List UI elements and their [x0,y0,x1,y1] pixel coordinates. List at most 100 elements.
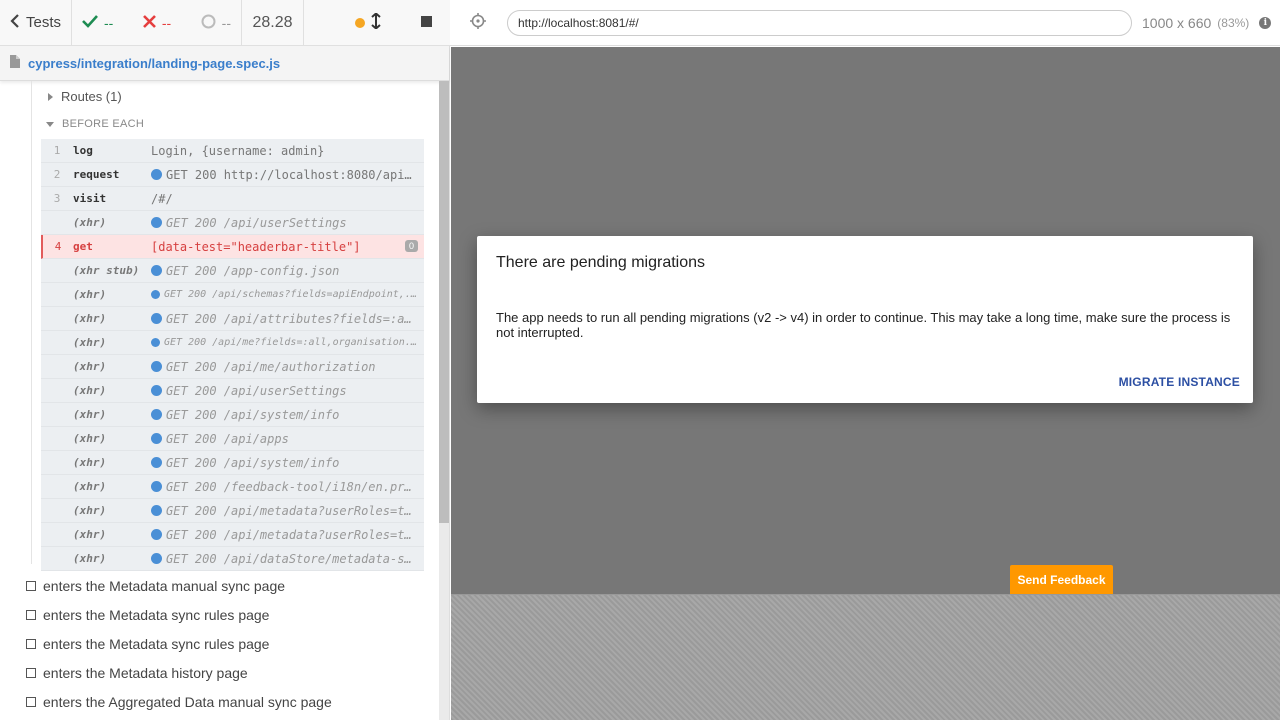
caret-right-icon [48,92,53,101]
command-row[interactable]: (xhr) GET 200 /api/schemas?fields=apiEnd… [41,283,424,307]
command-row[interactable]: (xhr) GET 200 /api/system/info [41,451,424,475]
status-dot-icon [151,529,162,540]
command-message: /#/ [151,191,173,206]
status-dot-icon [151,338,160,347]
check-icon [82,14,98,31]
stop-button[interactable] [421,14,432,31]
command-message: GET 200 /app-config.json [151,264,424,278]
command-name: (xhr) [73,408,107,421]
command-message: GET 200 /api/me?fields=:all,organisation… [151,337,424,348]
migrate-instance-button[interactable]: MIGRATE INSTANCE [1119,375,1240,389]
checkbox-icon [26,668,36,678]
command-name: (xhr) [73,288,107,301]
command-name: request [73,168,120,181]
reporter-header: Tests -- -- -- 28.28 [0,0,450,46]
command-name: (xhr) [73,336,107,349]
scrollbar-thumb[interactable] [439,81,449,523]
command-message: GET 200 /api/attributes?fields=:al... [151,312,424,326]
command-name: log [73,144,93,157]
command-message: GET 200 /api/metadata?userRoles=tr... [151,504,424,518]
checkbox-icon [26,697,36,707]
command-row[interactable]: (xhr) GET 200 /api/metadata?userRoles=tr… [41,499,424,523]
status-dot-icon [151,433,162,444]
pending-stat: -- [201,14,231,32]
status-dot-icon [151,553,162,564]
status-dot-icon [151,385,162,396]
test-item[interactable]: enters the Metadata sync rules page [26,607,269,623]
command-number: 4 [54,240,62,253]
hook-label: BEFORE EACH [62,118,145,130]
pending-migrations-dialog: There are pending migrations The app nee… [477,236,1253,403]
test-title: enters the Aggregated Data manual sync p… [43,694,332,710]
tree-line [31,81,32,564]
command-row[interactable]: (xhr) GET 200 /api/apps [41,427,424,451]
url-bar[interactable]: http://localhost:8081/#/ [507,9,1132,36]
command-name: (xhr) [73,456,107,469]
test-item[interactable]: enters the Metadata sync rules page [26,636,269,652]
command-row[interactable]: (xhr) GET 200 /api/userSettings [41,379,424,403]
status-dot-icon [151,265,162,276]
passed-count: -- [104,14,114,31]
before-each-hook[interactable]: BEFORE EACH [46,118,144,130]
checkbox-icon [26,581,36,591]
command-name: (xhr) [73,216,107,229]
status-dot-icon [151,313,162,324]
command-message: GET 200 /api/schemas?fields=apiEndpoint,… [151,289,424,300]
command-name: (xhr) [73,312,107,325]
command-row[interactable]: (xhr stub) GET 200 /app-config.json [41,259,424,283]
routes-toggle[interactable]: Routes (1) [48,89,122,104]
command-row[interactable]: (xhr) GET 200 /api/me/authorization [41,355,424,379]
command-row[interactable]: (xhr) GET 200 /api/metadata?userRoles=tr… [41,523,424,547]
file-icon [10,55,20,71]
command-row[interactable]: (xhr) GET 200 /api/dataStore/metadata-sy… [41,547,424,571]
test-title: enters the Metadata sync rules page [43,607,270,623]
status-dot-icon [151,481,162,492]
reporter-panel: Tests -- -- -- 28.28 cypress/integration… [0,0,450,720]
send-feedback-button[interactable]: Send Feedback [1010,565,1113,594]
command-row[interactable]: 1 log Login, {username: admin} [41,139,424,163]
command-message: GET 200 /api/dataStore/metadata-sy... [151,552,424,566]
command-row-failed[interactable]: 4 get [data-test="headerbar-title"] 0 [41,235,424,259]
status-dot-icon [151,361,162,372]
run-controls [304,0,450,45]
status-dot-icon [151,217,162,228]
test-title: enters the Metadata manual sync page [43,578,286,594]
spec-file-link[interactable]: cypress/integration/landing-page.spec.js [28,56,280,71]
command-name: (xhr) [73,528,107,541]
command-message: [data-test="headerbar-title"] [151,239,361,254]
running-indicator-icon [355,17,365,28]
test-item[interactable]: enters the Metadata manual sync page [26,578,285,594]
command-row[interactable]: (xhr) GET 200 /feedback-tool/i18n/en.pro… [41,475,424,499]
command-row[interactable]: (xhr) GET 200 /api/userSettings [41,211,424,235]
test-item[interactable]: enters the Metadata history page [26,665,248,681]
element-count-badge: 0 [404,240,418,252]
spinner-icon [201,14,216,32]
info-icon[interactable]: i [1259,16,1272,29]
command-row[interactable]: 2 request GET 200 http://localhost:8080/… [41,163,424,187]
checkbox-icon [26,639,36,649]
command-name: get [73,240,93,253]
unused-viewport-area [451,594,1280,720]
command-message: GET 200 /api/system/info [151,408,424,422]
back-to-tests-button[interactable]: Tests [0,0,72,45]
command-row[interactable]: (xhr) GET 200 /api/me?fields=:all,organi… [41,331,424,355]
command-message: GET 200 /api/apps [151,432,424,446]
duration: 28.28 [242,0,304,45]
caret-down-icon [46,121,54,127]
selector-playground-button[interactable] [450,13,506,32]
command-row[interactable]: (xhr) GET 200 /api/system/info [41,403,424,427]
back-label: Tests [26,14,62,31]
command-message: GET 200 /api/metadata?userRoles=tr... [151,528,424,542]
command-row[interactable]: 3 visit /#/ [41,187,424,211]
routes-label: Routes (1) [61,89,122,104]
command-name: (xhr) [73,504,107,517]
command-name: (xhr stub) [73,264,140,277]
stats: -- -- -- [72,0,242,45]
test-item[interactable]: enters the Aggregated Data manual sync p… [26,694,332,710]
command-row[interactable]: (xhr) GET 200 /api/attributes?fields=:al… [41,307,424,331]
chevron-left-icon [10,13,20,32]
command-number: 2 [53,168,61,181]
failed-stat: -- [142,15,171,31]
crosshair-icon [470,13,486,32]
resize-arrows-icon[interactable] [371,11,381,33]
